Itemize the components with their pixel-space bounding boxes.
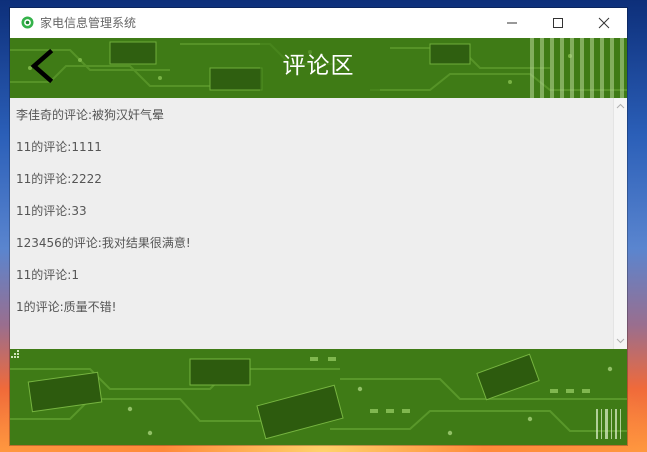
comment-item: 123456的评论:我对结果很满意! [16,236,191,250]
minimize-button[interactable] [489,8,535,38]
resize-grip-icon[interactable] [10,349,20,359]
close-button[interactable] [581,8,627,38]
close-icon [598,17,610,29]
comment-item: 11的评论:1111 [16,140,102,154]
app-logo-icon [21,16,34,29]
comment-item: 1的评论:质量不错! [16,300,117,314]
window-title: 家电信息管理系统 [40,16,137,30]
title-bar[interactable]: 家电信息管理系统 [10,8,627,38]
maximize-button[interactable] [535,8,581,38]
scroll-down-arrow-icon[interactable] [616,336,625,345]
comment-panel[interactable]: 李佳奇的评论:被狗汉奸气晕 11的评论:1111 11的评论:2222 11的评… [10,98,627,349]
comment-item: 李佳奇的评论:被狗汉奸气晕 [16,108,165,122]
minimize-icon [507,22,517,24]
scroll-up-arrow-icon[interactable] [616,102,625,111]
header-banner: 评论区 [10,38,627,98]
comment-item: 11的评论:33 [16,204,87,218]
comment-item: 11的评论:2222 [16,172,102,186]
app-window: 家电信息管理系统 评论区 李佳奇的评论:被狗汉奸气晕 11的评论:1111 11… [10,8,627,445]
comment-list: 李佳奇的评论:被狗汉奸气晕 11的评论:1111 11的评论:2222 11的评… [16,107,606,331]
vertical-scrollbar[interactable] [613,98,627,349]
comment-item: 11的评论:1 [16,268,79,282]
page-title: 评论区 [282,53,355,79]
circuit-board-pattern [10,349,627,445]
maximize-icon [553,18,563,28]
footer-banner [10,349,627,445]
